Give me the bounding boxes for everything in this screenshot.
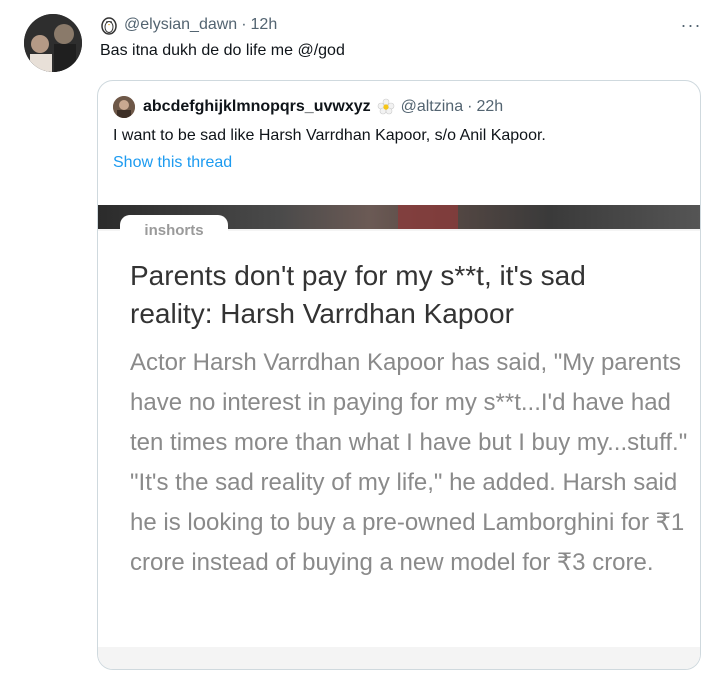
tweet-text: Bas itna dukh de do life me @/god [100,42,345,59]
author-handle[interactable]: @elysian_dawn [124,16,237,34]
author-avatar[interactable] [24,14,82,72]
quoted-meta: @altzina · 22h [401,98,504,116]
tweet-header: @elysian_dawn · 12h [100,14,277,36]
more-horizontal-icon: ··· [680,15,702,35]
quoted-tweet-text: I want to be sad like Harsh Varrdhan Kap… [113,127,546,144]
quoted-tweet-header: abcdefghijklmnopqrs_uvwxyz @altzina · 22h [113,96,503,118]
tweet-timestamp[interactable]: 12h [251,16,278,34]
quoted-handle[interactable]: @altzina [401,98,464,115]
media-photo-accent [398,205,458,229]
news-card: Parents don't pay for my s**t, it's sad … [98,231,700,647]
flower-emoji-icon [377,98,394,115]
news-body: Actor Harsh Varrdhan Kapoor has said, "M… [130,349,688,576]
penguin-emoji-icon [101,17,117,35]
more-options-button[interactable]: ··· [676,10,706,40]
quoted-media-image[interactable]: Parents don't pay for my s**t, it's sad … [98,205,700,669]
inshorts-source-label: inshorts [120,215,228,245]
quoted-timestamp[interactable]: 22h [476,98,503,115]
quoted-author-avatar[interactable] [113,96,135,118]
quoted-tweet[interactable]: abcdefghijklmnopqrs_uvwxyz @altzina · 22h … [97,80,701,670]
show-thread-link[interactable]: Show this thread [113,154,232,172]
header-separator: · [241,16,247,33]
news-headline: Parents don't pay for my s**t, it's sad … [130,260,586,329]
quoted-display-name[interactable]: abcdefghijklmnopqrs_uvwxyz [143,98,371,116]
quoted-separator: · [467,98,473,115]
